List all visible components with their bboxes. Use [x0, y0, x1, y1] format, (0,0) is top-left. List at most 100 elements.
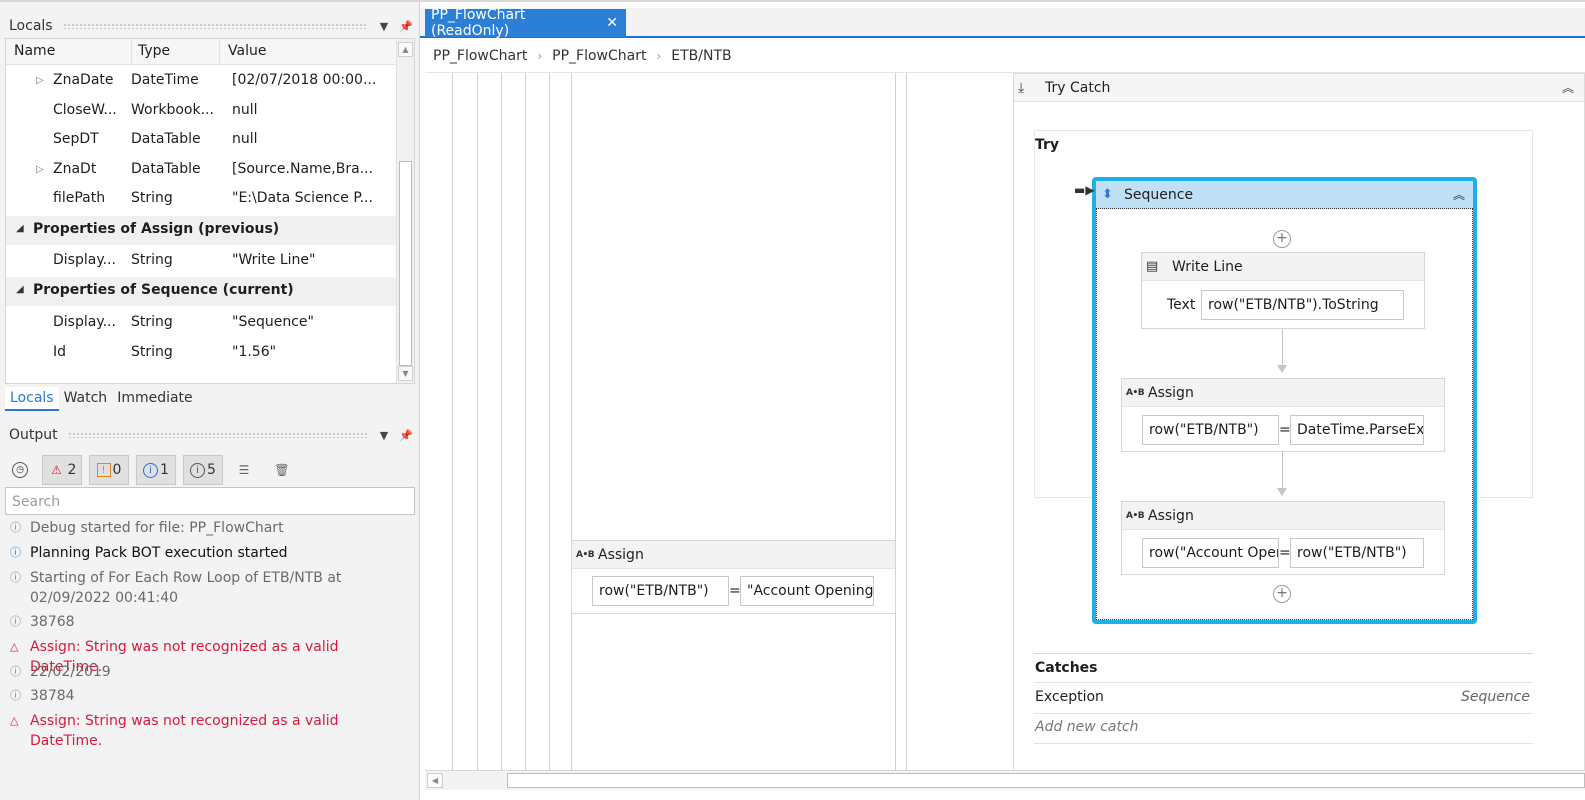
- locals-scrollbar[interactable]: ▲ ▼: [396, 39, 414, 383]
- expand-icon[interactable]: ▷: [36, 75, 44, 86]
- output-line: ⓘ Planning Pack BOT execution started: [10, 543, 415, 563]
- row-name: CloseW...: [53, 102, 117, 118]
- scroll-up-icon[interactable]: ▲: [398, 42, 413, 57]
- breadcrumb-item[interactable]: ETB/NTB: [671, 48, 731, 64]
- assign-to-field[interactable]: row("Account Oper: [1142, 538, 1279, 568]
- column-header-value[interactable]: Value: [219, 39, 266, 65]
- timestamp-toggle[interactable]: ◷: [7, 455, 35, 485]
- breakpoint-marker-icon[interactable]: ▬▶: [1074, 183, 1095, 197]
- warnings-count: 0: [112, 462, 122, 478]
- trace-icon: ⓘ: [10, 521, 21, 534]
- designer-canvas[interactable]: A•B Assign row("ETB/NTB") = "Account Ope…: [425, 72, 1585, 770]
- output-text: Assign: String was not recognized as a v…: [30, 713, 339, 749]
- activity-title: Assign: [598, 546, 644, 563]
- assign-value-field[interactable]: "Account Opening: [740, 576, 874, 606]
- try-catch-activity[interactable]: ⤓ Try Catch ︽ Try ⬍ Sequence ︽ + ▤ Write…: [1013, 73, 1585, 770]
- divider: [1034, 743, 1533, 744]
- locals-row[interactable]: CloseW... Workbook... null: [6, 97, 398, 126]
- sequence-icon: ⬍: [1102, 187, 1113, 202]
- breadcrumb-item[interactable]: PP_FlowChart: [433, 48, 527, 64]
- row-name: ZnaDt: [53, 161, 97, 177]
- connector-line: [1282, 329, 1283, 365]
- output-search-input[interactable]: Search: [5, 487, 415, 515]
- pin-icon[interactable]: 📌: [398, 20, 414, 33]
- collapse-icon[interactable]: ︽: [1562, 79, 1574, 96]
- row-type: String: [131, 344, 173, 360]
- drag-grip[interactable]: [62, 23, 368, 29]
- locals-row[interactable]: Display... String "Write Line": [6, 247, 398, 276]
- assign-to-field[interactable]: row("ETB/NTB"): [1142, 415, 1279, 445]
- output-text: 22/02/2019: [30, 664, 111, 680]
- container-border: [906, 73, 907, 770]
- locals-row[interactable]: ▷ ZnaDt DataTable [Source.Name,Bra...: [6, 156, 398, 185]
- pin-icon[interactable]: 📌: [398, 429, 414, 442]
- assign-activity[interactable]: A•B Assign row("ETB/NTB") = "Account Ope…: [571, 540, 896, 614]
- trace-filter-button[interactable]: i5: [183, 455, 223, 485]
- tab-immediate[interactable]: Immediate: [112, 387, 197, 411]
- assign-activity[interactable]: A•B Assign row("Account Oper = row("ETB/…: [1121, 501, 1445, 575]
- row-value: null: [232, 131, 258, 147]
- scroll-down-icon[interactable]: ▼: [398, 366, 413, 381]
- errors-filter-button[interactable]: ⚠ 2: [42, 455, 82, 485]
- locals-row[interactable]: SepDT DataTable null: [6, 126, 398, 155]
- add-activity-icon[interactable]: +: [1273, 585, 1291, 603]
- column-header-type[interactable]: Type: [131, 39, 170, 65]
- write-line-activity[interactable]: ▤ Write Line Text row("ETB/NTB").ToStrin…: [1141, 252, 1425, 329]
- info-filter-button[interactable]: i1: [136, 455, 176, 485]
- trash-icon: 🗑: [274, 463, 290, 477]
- try-label: Try: [1035, 137, 1060, 153]
- row-type: DataTable: [131, 161, 201, 177]
- container-border: [477, 73, 478, 770]
- add-new-catch-link[interactable]: Add new catch: [1035, 719, 1139, 735]
- document-tab[interactable]: PP_FlowChart (ReadOnly) ✕: [425, 7, 626, 39]
- scroll-thumb[interactable]: [507, 773, 1585, 788]
- scroll-left-icon[interactable]: ◀: [427, 773, 443, 788]
- properties-previous-section[interactable]: ◢ Properties of Assign (previous): [6, 216, 398, 245]
- warnings-filter-button[interactable]: ! 0: [89, 455, 129, 485]
- assign-activity[interactable]: A•B Assign row("ETB/NTB") = DateTime.Par…: [1121, 378, 1445, 452]
- catch-row[interactable]: Exception Sequence: [1034, 683, 1533, 713]
- dropdown-icon[interactable]: ▼: [376, 20, 392, 33]
- collapse-icon[interactable]: ︽: [1453, 186, 1465, 203]
- output-toolbar: ◷ ⚠ 2 ! 0 i1 i5 ☰ 🗑: [5, 454, 415, 486]
- assign-value-field[interactable]: DateTime.ParseExa: [1290, 415, 1424, 445]
- dropdown-icon[interactable]: ▼: [376, 429, 392, 442]
- locals-row[interactable]: ▷ ZnaDate DateTime [02/07/2018 00:00...: [6, 67, 398, 96]
- breadcrumb-item[interactable]: PP_FlowChart: [552, 48, 646, 64]
- horizontal-scrollbar[interactable]: ◀: [425, 770, 1585, 790]
- add-activity-icon[interactable]: +: [1273, 230, 1291, 248]
- activity-header: ⤓ Try Catch ︽: [1014, 74, 1584, 102]
- locals-row[interactable]: filePath String "E:\Data Science P...: [6, 185, 398, 214]
- activity-title: Sequence: [1124, 186, 1194, 203]
- column-header-name[interactable]: Name: [14, 43, 55, 59]
- locals-panel-header: Locals ▼ 📌: [0, 14, 420, 38]
- expand-icon[interactable]: ▷: [36, 164, 44, 175]
- properties-current-section[interactable]: ◢ Properties of Sequence (current): [6, 277, 398, 306]
- list-view-button[interactable]: ☰: [231, 455, 259, 485]
- collapse-icon[interactable]: ◢: [16, 223, 24, 234]
- collapse-icon[interactable]: ◢: [16, 284, 24, 295]
- info-icon: ⓘ: [10, 546, 21, 559]
- row-type: String: [131, 314, 173, 330]
- locals-row[interactable]: Id String "1.56": [6, 339, 398, 368]
- container-border: [501, 73, 502, 770]
- output-title: Output: [9, 427, 58, 443]
- assign-value-field[interactable]: row("ETB/NTB"): [1290, 538, 1424, 568]
- scroll-thumb[interactable]: [399, 161, 412, 366]
- close-icon[interactable]: ✕: [606, 15, 618, 31]
- row-value: "E:\Data Science P...: [232, 190, 373, 206]
- tab-watch[interactable]: Watch: [59, 387, 113, 411]
- equals-sign: =: [729, 583, 741, 599]
- write-line-text-field[interactable]: row("ETB/NTB").ToString: [1201, 290, 1404, 320]
- drag-grip[interactable]: [67, 432, 368, 438]
- row-type: String: [131, 252, 173, 268]
- output-line: △ Assign: String was not recognized as a …: [10, 711, 415, 751]
- sequence-activity[interactable]: ⬍ Sequence ︽ + ▤ Write Line Text row("ET…: [1092, 177, 1477, 624]
- locals-row[interactable]: Display... String "Sequence": [6, 309, 398, 338]
- catches-label: Catches: [1035, 660, 1098, 676]
- row-value: "1.56": [232, 344, 277, 360]
- assign-to-field[interactable]: row("ETB/NTB"): [592, 576, 729, 606]
- tab-locals[interactable]: Locals: [5, 387, 59, 411]
- clear-output-button[interactable]: 🗑: [269, 455, 297, 485]
- container-border: [549, 73, 550, 770]
